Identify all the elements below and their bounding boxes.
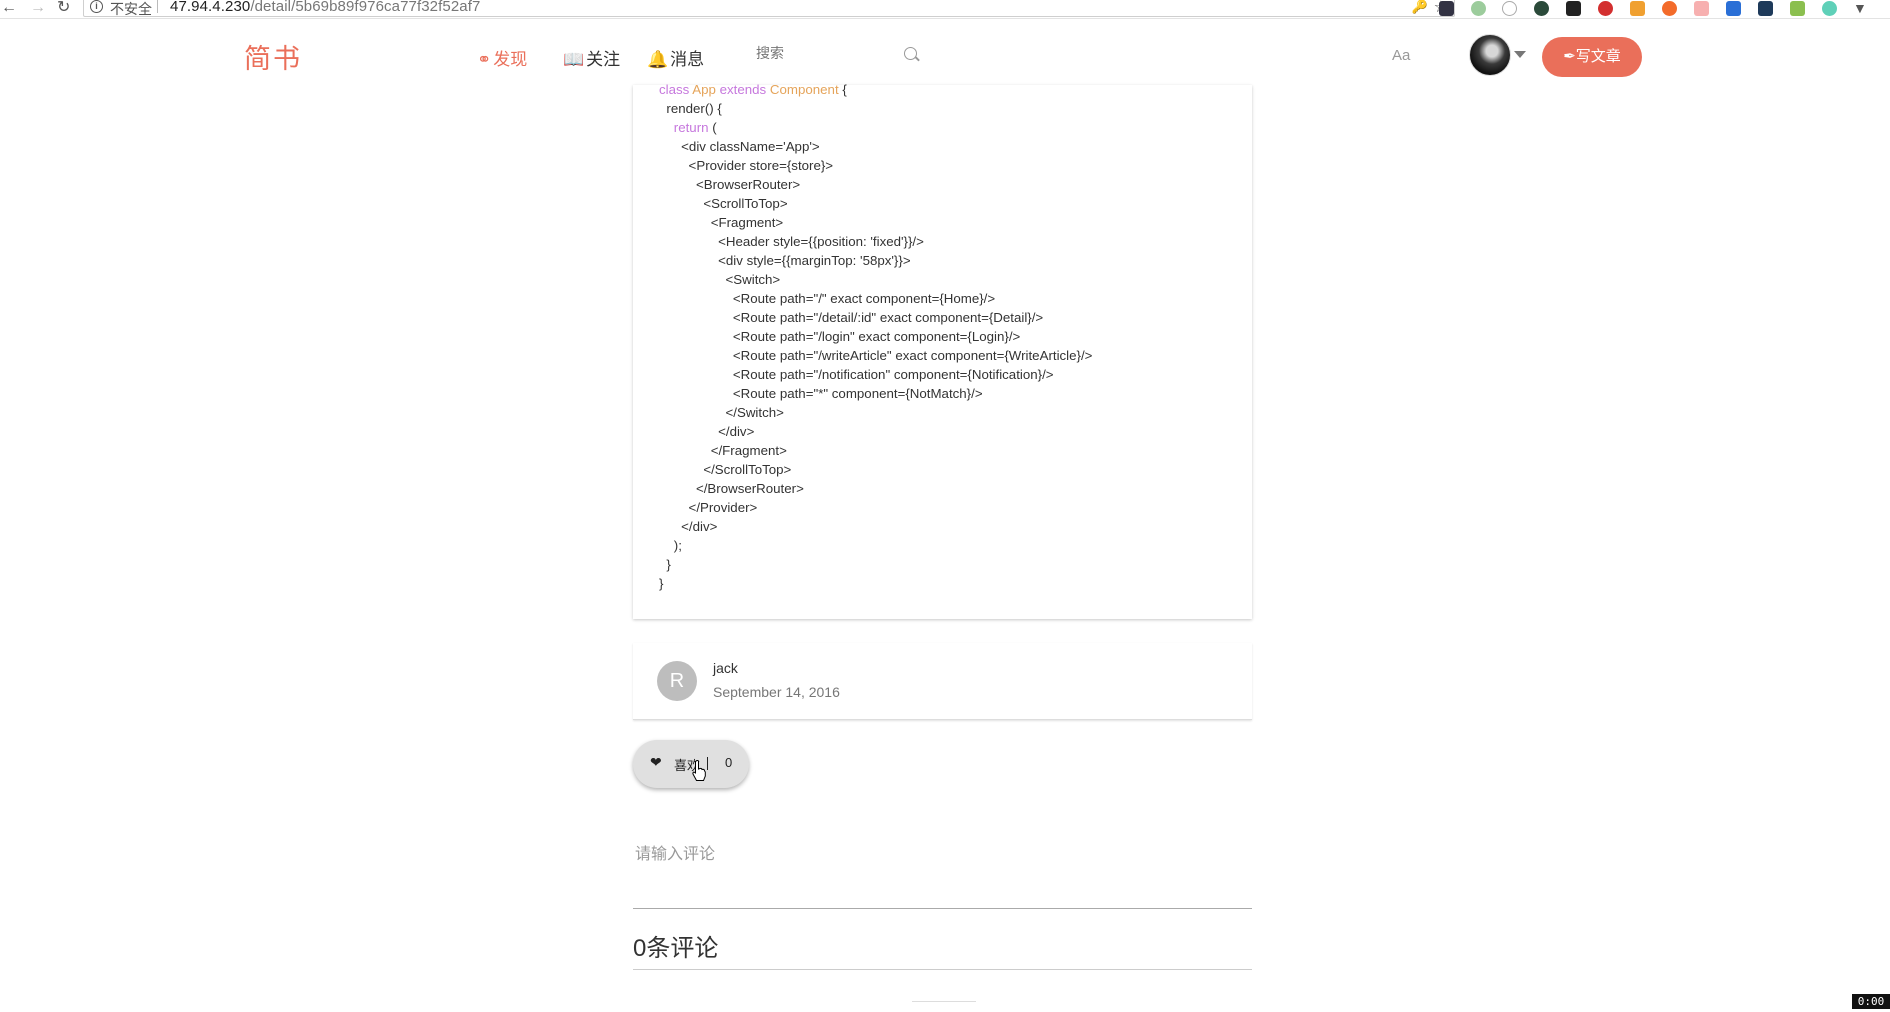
nav-messages-label: 消息: [670, 50, 705, 69]
extension-icon[interactable]: [1790, 1, 1805, 16]
like-count: 0: [725, 755, 733, 770]
code-line: <Route path="/writeArticle" exact compon…: [659, 348, 1093, 363]
comment-divider: [633, 969, 1252, 970]
info-icon[interactable]: i: [90, 0, 103, 13]
code-line: </Fragment>: [659, 443, 787, 458]
code-line: <BrowserRouter>: [659, 177, 801, 192]
code-line: <Fragment>: [659, 215, 784, 230]
code-line: <Provider store={store}>: [659, 158, 834, 173]
pen-icon: ✒: [1563, 48, 1576, 65]
publish-date: September 14, 2016: [713, 684, 840, 700]
chevron-down-icon[interactable]: [1514, 51, 1526, 58]
code-line: </div>: [659, 519, 718, 534]
search-icon[interactable]: [904, 47, 917, 60]
comment-input[interactable]: [633, 845, 1237, 865]
nav-messages[interactable]: 🔔 消息: [647, 45, 704, 70]
code-line: <Route path="/" exact component={Home}/>: [659, 291, 996, 306]
like-divider: [707, 757, 708, 770]
extension-icon[interactable]: [1630, 1, 1645, 16]
user-avatar[interactable]: [1469, 34, 1511, 76]
url-host: 47.94.4.230: [170, 0, 251, 15]
extension-icon[interactable]: [1566, 1, 1581, 16]
site-logo[interactable]: 简书: [244, 37, 302, 76]
recording-timer: 0:00: [1852, 994, 1890, 1009]
extension-icon[interactable]: [1822, 1, 1837, 16]
code-line: class App extends Component {: [659, 82, 847, 97]
code-line: <Switch>: [659, 272, 781, 287]
author-name[interactable]: jack: [713, 660, 738, 676]
code-line: <div style={{marginTop: '58px'}}>: [659, 253, 911, 268]
nav-discover-label: 发现: [493, 50, 528, 69]
nav-discover[interactable]: ⚭ 发现: [477, 45, 527, 70]
comment-count: 0条评论: [633, 935, 719, 962]
code-line: <ScrollToTop>: [659, 196, 788, 211]
bell-icon: 🔔: [647, 50, 669, 69]
pagination-hint: [912, 1001, 976, 1012]
code-line: </Provider>: [659, 500, 758, 515]
code-line: </BrowserRouter>: [659, 481, 804, 496]
search-input[interactable]: [754, 44, 908, 62]
book-icon: 📖: [563, 50, 585, 69]
code-line: return (: [673, 120, 717, 135]
back-icon[interactable]: ←: [1, 0, 17, 16]
code-line: </Switch>: [659, 405, 784, 420]
code-line: <Header style={{position: 'fixed'}}/>: [659, 234, 924, 249]
reload-icon[interactable]: ↻: [57, 0, 70, 16]
nav-follow-label: 关注: [586, 50, 621, 69]
key-icon[interactable]: 🔑: [1412, 0, 1428, 15]
hand-cursor-icon: [692, 760, 706, 781]
adblock-icon[interactable]: [1598, 1, 1613, 16]
heart-icon: ❤: [650, 754, 662, 770]
code-line: </ScrollToTop>: [659, 462, 792, 477]
extension-icon[interactable]: [1439, 1, 1454, 16]
nav-follow[interactable]: 📖 关注: [563, 45, 620, 70]
code-line: <div className='App'>: [659, 139, 820, 154]
address-bar[interactable]: i 不安全 47.94.4.230/detail/5b69b89f976ca77…: [83, 0, 1455, 17]
write-article-button[interactable]: ✒写文章: [1542, 37, 1642, 77]
code-line: </div>: [659, 424, 755, 439]
extension-icon[interactable]: [1502, 1, 1517, 16]
url-text[interactable]: 47.94.4.230/detail/5b69b89f976ca77f32f52…: [170, 0, 480, 15]
like-button[interactable]: ❤ 喜欢 0: [633, 740, 749, 788]
extension-icon[interactable]: [1662, 1, 1677, 16]
menu-icon[interactable]: ▼: [1853, 0, 1867, 16]
author-avatar[interactable]: R: [657, 661, 697, 701]
forward-icon[interactable]: →: [30, 0, 46, 16]
security-label: 不安全: [110, 1, 152, 17]
code-line: );: [659, 538, 682, 553]
react-devtools-icon[interactable]: [1758, 1, 1773, 16]
code-line: <Route path="/detail/:id" exact componen…: [659, 310, 1044, 325]
code-line: }: [659, 557, 671, 572]
site-header: 简书 ⚭发现 📖关注 🔔消息 Aa ✒写文章: [0, 19, 1890, 85]
url-path: /detail/5b69b89f976ca77f32f52af7: [250, 0, 481, 15]
code-line: <Route path="*" component={NotMatch}/>: [659, 386, 983, 401]
browser-toolbar: ← → ↻ i 不安全 47.94.4.230/detail/5b69b89f9…: [0, 0, 1890, 19]
extension-icon[interactable]: [1534, 1, 1549, 16]
font-size-toggle[interactable]: Aa: [1392, 47, 1410, 64]
extension-icon[interactable]: [1471, 1, 1486, 16]
compass-icon: ⚭: [477, 50, 492, 69]
code-block: class App extends Component { render() {…: [659, 80, 1092, 593]
extension-icon[interactable]: [1726, 1, 1741, 16]
author-card: R jack September 14, 2016: [633, 643, 1252, 720]
comment-box: [633, 840, 1252, 909]
write-article-label: 写文章: [1575, 48, 1621, 65]
code-line: <Route path="/login" exact component={Lo…: [659, 329, 1021, 344]
code-line: render() {: [659, 101, 722, 116]
code-line: }: [659, 576, 664, 591]
extension-icon[interactable]: [1694, 1, 1709, 16]
code-line: <Route path="/notification" component={N…: [659, 367, 1054, 382]
address-divider: [157, 0, 158, 13]
